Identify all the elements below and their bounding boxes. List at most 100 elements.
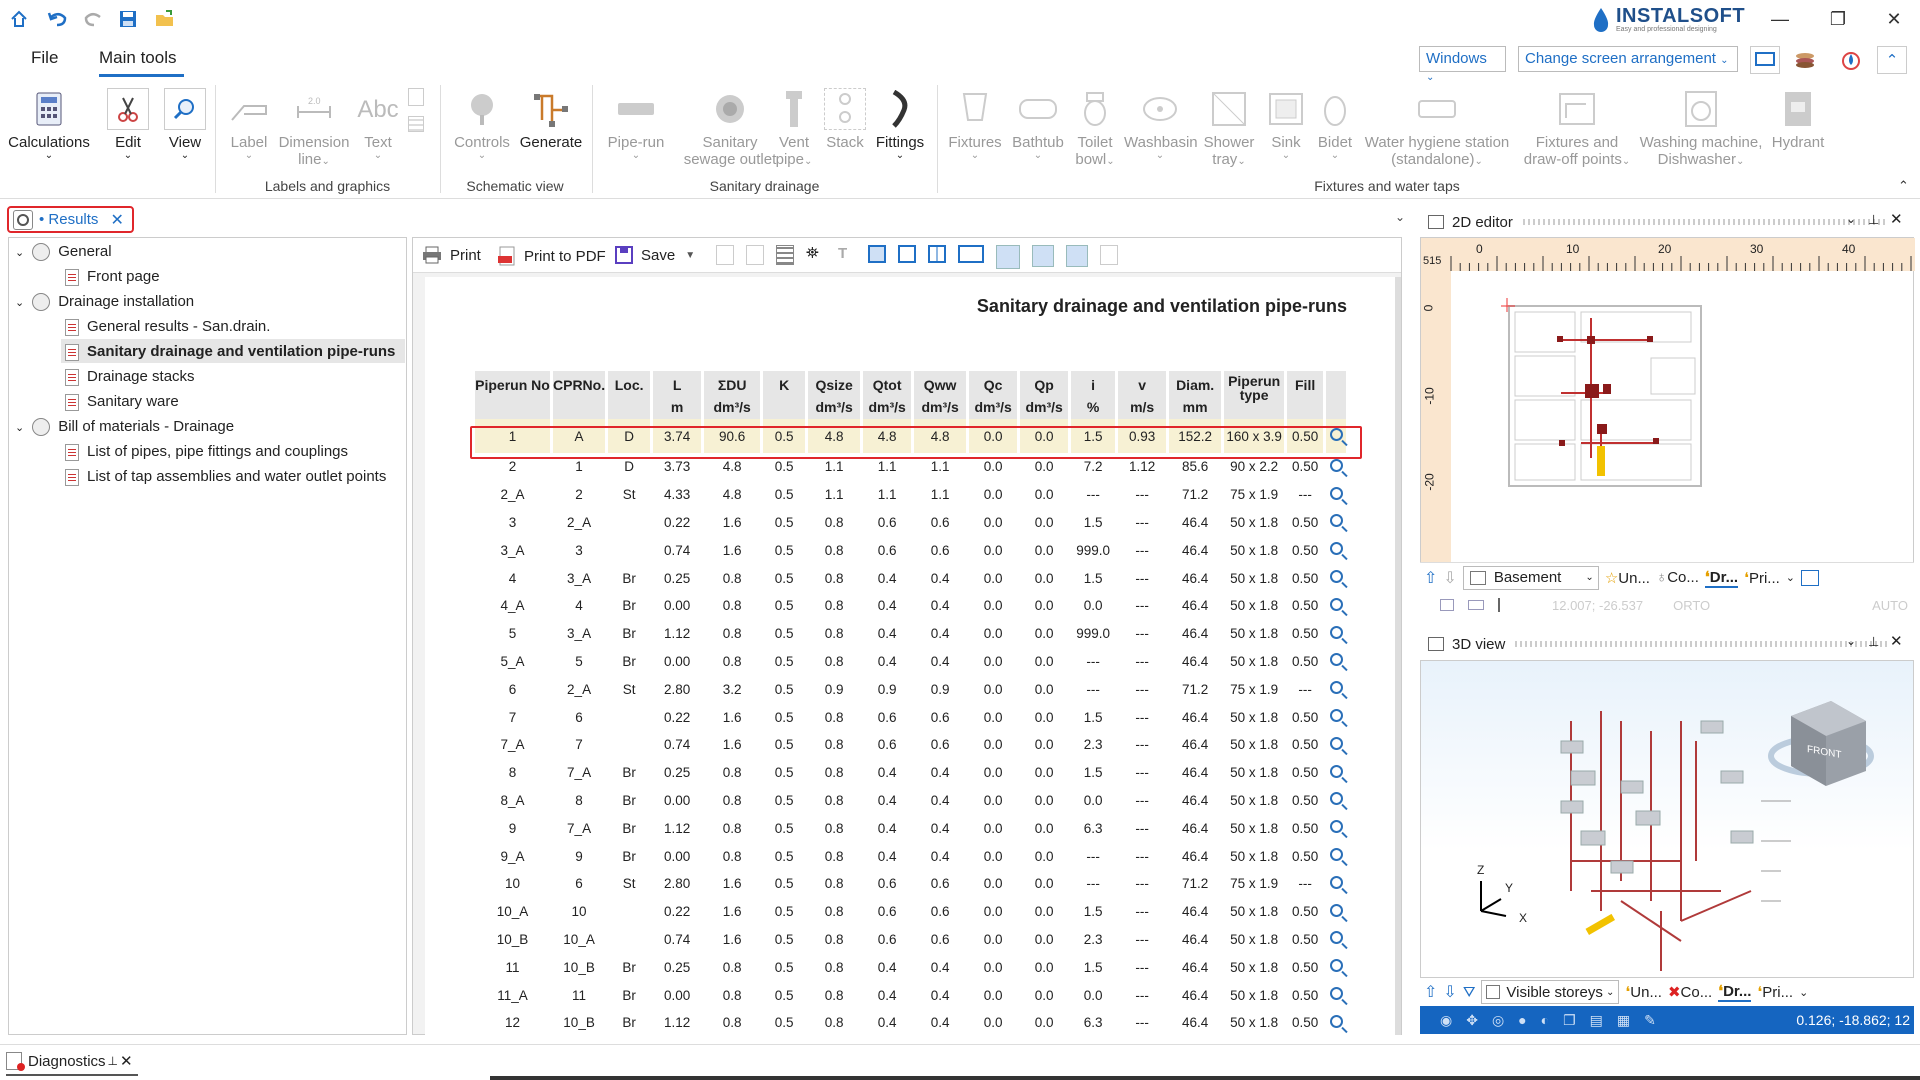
storey-down-icon[interactable]: ⇩ <box>1443 568 1456 588</box>
toilet-bowl-button[interactable]: Toilet bowl⌄ <box>1073 88 1117 170</box>
storey-dropdown[interactable]: Basement ⌄ <box>1462 565 1599 590</box>
diagnostics-pin-icon[interactable]: ⊥ <box>108 1054 118 1068</box>
tab-2d-screen-icon[interactable] <box>1801 569 1819 586</box>
export-icon[interactable] <box>776 245 794 265</box>
open-folder-icon[interactable] <box>152 6 178 32</box>
table-row[interactable]: 7_A 7 0.74 1.6 0.5 0.8 0.6 0.6 0.0 0.0 2.3 --- 46.4 5… <box>475 731 1346 759</box>
ribbon-collapse-chevron[interactable]: ⌃ <box>1898 178 1909 194</box>
maximize-button[interactable]: ❐ <box>1818 4 1858 34</box>
table-row[interactable]: 6 2_A St 2.80 3.2 0.5 0.9 0.9 0.9 0.0 0.0 --- --- 71.… <box>475 675 1346 703</box>
tree-bom[interactable]: ⌄ Bill of materials - Drainage <box>15 418 234 437</box>
save-icon[interactable] <box>115 6 141 32</box>
row-zoom-button[interactable] <box>1326 759 1346 787</box>
controls-button[interactable]: Controls ⌄ <box>450 88 514 161</box>
table-row[interactable]: 4_A 4 Br 0.00 0.8 0.5 0.8 0.4 0.4 0.0 0.0 0.0 --- 46.… <box>475 592 1346 620</box>
table-row[interactable]: 8_A 8 Br 0.00 0.8 0.5 0.8 0.4 0.4 0.0 0.0 0.0 --- 46.… <box>475 787 1346 815</box>
filter-icon[interactable]: ⛛ <box>1463 984 1476 1001</box>
shower-tray-button[interactable]: Shower tray⌄ <box>1201 88 1257 170</box>
print-pdf-button[interactable]: Print to PDF <box>498 246 606 266</box>
editor2d-close-icon[interactable]: ✕ <box>1890 210 1903 228</box>
tree-drainage-installation[interactable]: ⌄ Drainage installation <box>15 293 194 312</box>
snap-icon[interactable] <box>1440 599 1454 611</box>
tree-list-pipes[interactable]: List of pipes, pipe fittings and couplin… <box>65 443 348 461</box>
editor2d-pin-icon[interactable]: ⊥ <box>1868 212 1879 228</box>
view3d-pin-icon[interactable]: ⊥ <box>1868 634 1879 650</box>
tree-front-page[interactable]: Front page <box>65 268 160 286</box>
redo-icon[interactable] <box>80 6 106 32</box>
pencil-icon[interactable]: ✎ <box>1644 1012 1656 1029</box>
paste-icon[interactable] <box>746 245 764 265</box>
collapse-ribbon-button[interactable]: ⌃ <box>1877 46 1907 74</box>
row-zoom-button[interactable] <box>1326 981 1346 1009</box>
row-zoom-button[interactable] <box>1326 592 1346 620</box>
water-hygiene-station-button[interactable]: Water hygiene station (standalone)⌄ <box>1362 88 1512 170</box>
tab-3d-co[interactable]: ✖Co... <box>1668 983 1712 1001</box>
binoculars-icon[interactable]: ⛯ <box>806 245 826 265</box>
view3d-close-icon[interactable]: ✕ <box>1890 632 1903 650</box>
layers-icon[interactable] <box>1790 46 1820 74</box>
table-row[interactable]: 9_A 9 Br 0.00 0.8 0.5 0.8 0.4 0.4 0.0 0.0 --- --- 46.… <box>475 842 1346 870</box>
vent-pipe-button[interactable]: Vent pipe⌄ <box>772 88 816 170</box>
row-zoom-button[interactable] <box>1326 898 1346 926</box>
tabs-3d-chevron[interactable]: ⌄ <box>1799 986 1808 999</box>
tree-general[interactable]: ⌄ General <box>15 243 112 262</box>
editor2d-canvas[interactable]: 0 10 20 30 40 515 0 -10 -20 <box>1420 237 1915 586</box>
book-icon[interactable]: ▤ <box>1590 1012 1603 1029</box>
row-zoom-button[interactable] <box>1326 481 1346 509</box>
rotate-icon[interactable]: ◉ <box>1440 1012 1452 1029</box>
table-row[interactable]: 8 7_A Br 0.25 0.8 0.5 0.8 0.4 0.4 0.0 0.0 1.5 --- 46.… <box>475 759 1346 787</box>
view3d-up-icon[interactable]: ⇧ <box>1424 982 1437 1002</box>
undo-icon[interactable] <box>45 6 71 32</box>
row-zoom-button[interactable] <box>1326 564 1346 592</box>
cursor-icon[interactable] <box>1498 598 1512 612</box>
row-zoom-button[interactable] <box>1326 1009 1346 1035</box>
table-row[interactable]: 3_A 3 0.74 1.6 0.5 0.8 0.6 0.6 0.0 0.0 999.0 --- 46.… <box>475 536 1346 564</box>
table-row[interactable]: 12 10_B Br 1.12 0.8 0.5 0.8 0.4 0.4 0.0 0.0 6.3 --- 4… <box>475 1009 1346 1035</box>
table-row[interactable]: 11 10_B Br 0.25 0.8 0.5 0.8 0.4 0.4 0.0 0.0 1.5 --- 4… <box>475 953 1346 981</box>
table-row[interactable]: 9 7_A Br 1.12 0.8 0.5 0.8 0.4 0.4 0.0 0.0 6.3 --- 46.… <box>475 814 1346 842</box>
edit-button[interactable]: Edit ⌄ <box>106 88 150 161</box>
table-row[interactable]: 10 6 St 2.80 1.6 0.5 0.8 0.6 0.6 0.0 0.0 --- --- 71.2… <box>475 870 1346 898</box>
tab-3d-dr[interactable]: ❛Dr... <box>1718 982 1752 1002</box>
tree-sanitary-ware[interactable]: Sanitary ware <box>65 393 179 411</box>
table-row[interactable]: 5 3_A Br 1.12 0.8 0.5 0.8 0.4 0.4 0.0 0.0 999.0 --- 4… <box>475 620 1346 648</box>
windows-dropdown[interactable]: Windows ⌄ <box>1419 46 1506 83</box>
row-zoom-button[interactable] <box>1326 953 1346 981</box>
table-row[interactable]: 4 3_A Br 0.25 0.8 0.5 0.8 0.4 0.4 0.0 0.0 1.5 --- 46.… <box>475 564 1346 592</box>
two-page-icon[interactable] <box>928 245 946 263</box>
grid-view-icon[interactable]: ▦ <box>1617 1012 1630 1029</box>
sphere-icon[interactable]: ● <box>1518 1012 1526 1028</box>
single-page-icon[interactable] <box>898 245 916 263</box>
results-tab[interactable]: • Results ✕ <box>7 206 134 233</box>
washbasin-button[interactable]: Washbasin ⌄ <box>1124 88 1198 161</box>
results-tab-close-icon[interactable]: ✕ <box>110 210 123 230</box>
tab-3d-pri[interactable]: ❛Pri... <box>1757 983 1793 1001</box>
screen-icon[interactable] <box>1750 46 1780 74</box>
tree-general-results[interactable]: General results - San.drain. <box>65 318 270 336</box>
fit-page-icon[interactable] <box>1032 245 1054 267</box>
row-zoom-button[interactable] <box>1326 731 1346 759</box>
row-zoom-button[interactable] <box>1326 787 1346 815</box>
eye-icon[interactable]: ◎ <box>1492 1012 1504 1029</box>
stack-button[interactable]: Stack <box>823 88 867 151</box>
copy-icon[interactable] <box>716 245 734 265</box>
table-row[interactable]: 10_B 10_A 0.74 1.6 0.5 0.8 0.6 0.6 0.0 0.0 2.3 --- 4… <box>475 926 1346 954</box>
settings-page-icon[interactable] <box>1100 245 1118 265</box>
generate-button[interactable]: Generate <box>518 88 584 151</box>
document-small-icon[interactable] <box>408 88 424 106</box>
bidet-button[interactable]: Bidet ⌄ <box>1313 88 1357 161</box>
menu-main-tools[interactable]: Main tools <box>99 48 176 68</box>
multi-page-icon[interactable] <box>958 245 984 263</box>
row-zoom-button[interactable] <box>1326 870 1346 898</box>
table-row[interactable]: 11_A 11 Br 0.00 0.8 0.5 0.8 0.4 0.4 0.0 0.0 0.0 --- 4… <box>475 981 1346 1009</box>
calculations-button[interactable]: Calculations ⌄ <box>6 88 92 161</box>
editor2d-menu-chevron[interactable]: ⌄ <box>1846 212 1856 226</box>
text-button[interactable]: Abc Text ⌄ <box>355 88 401 161</box>
row-zoom-button[interactable] <box>1326 703 1346 731</box>
change-arrangement-dropdown[interactable]: Change screen arrangement ⌄ <box>1518 46 1738 72</box>
outline-icon[interactable] <box>1066 245 1088 267</box>
washing-machine-button[interactable]: Washing machine, Dishwasher⌄ <box>1636 88 1766 170</box>
view3d-down-icon[interactable]: ⇩ <box>1443 982 1456 1002</box>
view3d-canvas[interactable]: Z Y X FRONT <box>1420 660 1914 978</box>
copy-view-icon[interactable]: ❐ <box>1563 1012 1576 1029</box>
